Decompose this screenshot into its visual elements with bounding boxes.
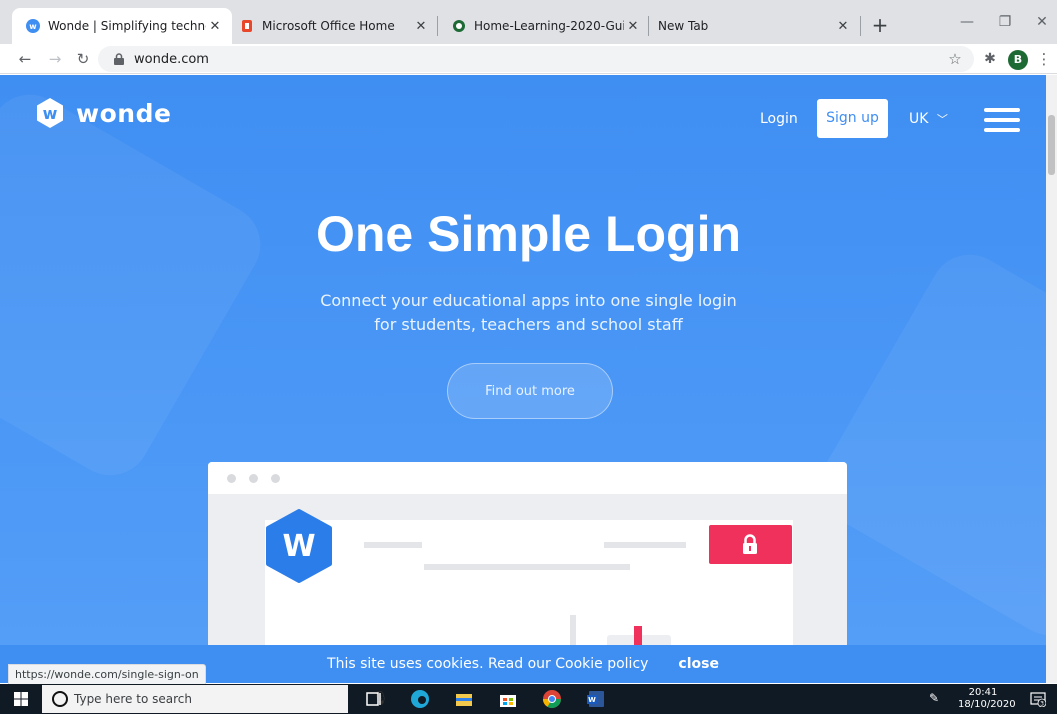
svg-text:W: W <box>282 529 315 564</box>
wonde-logo[interactable]: w wonde <box>34 97 171 129</box>
close-window-button[interactable]: ✕ <box>1027 10 1057 34</box>
svg-text:W: W <box>588 696 596 704</box>
file-explorer-icon[interactable] <box>454 689 474 709</box>
search-placeholder: Type here to search <box>74 692 192 706</box>
brand-name: wonde <box>76 98 172 128</box>
tab-title: Microsoft Office Home <box>262 19 395 33</box>
tab-title: Wonde | Simplifying technology f <box>48 19 206 33</box>
clock[interactable]: 20:41 18/10/2020 <box>958 687 1016 711</box>
login-link[interactable]: Login <box>760 111 798 127</box>
browser-toolbar: ← → ↻ wonde.com ☆ ✱ B ⋮ <box>0 44 1057 74</box>
hamburger-menu-icon[interactable] <box>984 108 1020 132</box>
word-icon[interactable]: W <box>586 689 606 709</box>
drive-icon <box>453 20 465 32</box>
back-button[interactable]: ← <box>14 48 36 70</box>
store-icon[interactable] <box>498 689 518 709</box>
hero-subtitle-line: for students, teachers and school staff <box>374 315 683 334</box>
cookie-text[interactable]: This site uses cookies. Read our Cookie … <box>327 656 648 672</box>
time-text: 20:41 <box>968 687 998 698</box>
edge-icon[interactable] <box>410 689 430 709</box>
illustration-red-bar <box>634 626 642 646</box>
scrollbar-thumb[interactable] <box>1048 115 1055 175</box>
bookmark-star-icon[interactable]: ☆ <box>944 48 966 70</box>
tab-strip: w Wonde | Simplifying technology f ✕ Mic… <box>0 0 1057 44</box>
svg-text:w: w <box>29 22 37 31</box>
chevron-down-icon: ﹀ <box>936 113 948 126</box>
signup-button[interactable]: Sign up <box>817 99 888 138</box>
svg-text:w: w <box>43 104 58 123</box>
task-view-icon[interactable] <box>364 689 384 709</box>
region-label: UK <box>909 111 929 127</box>
windows-start-icon[interactable] <box>14 692 28 706</box>
tab-new[interactable]: New Tab ✕ <box>644 8 860 44</box>
lock-icon <box>114 53 124 65</box>
tab-separator <box>860 16 861 36</box>
forward-button[interactable]: → <box>44 48 66 70</box>
background-shape <box>0 80 275 490</box>
tab-wonde[interactable]: w Wonde | Simplifying technology f ✕ <box>12 8 232 44</box>
office-icon <box>242 20 252 32</box>
cookie-close-button[interactable]: close <box>678 656 719 672</box>
illustration-window-bar <box>208 462 847 494</box>
address-bar[interactable]: wonde.com <box>98 46 974 72</box>
close-tab-icon[interactable]: ✕ <box>412 19 430 34</box>
tab-pdf[interactable]: Home-Learning-2020-Guide.pdf ✕ <box>438 8 650 44</box>
new-tab-button[interactable]: + <box>866 14 894 38</box>
url-text: wonde.com <box>134 51 209 67</box>
window-dot <box>271 474 280 483</box>
hero-title: One Simple Login <box>315 206 742 262</box>
web-page: w wonde Login Sign up UK ﹀ One Simple Lo… <box>0 75 1046 683</box>
profile-avatar[interactable]: B <box>1008 50 1028 70</box>
close-tab-icon[interactable]: ✕ <box>834 19 852 34</box>
close-tab-icon[interactable]: ✕ <box>206 19 224 34</box>
tab-title: Home-Learning-2020-Guide.pdf <box>474 19 624 33</box>
padlock-badge <box>709 525 792 564</box>
notifications-icon[interactable]: 3 <box>1030 691 1046 707</box>
find-out-more-button[interactable]: Find out more <box>447 363 613 419</box>
illustration-line <box>424 564 630 570</box>
reload-button[interactable]: ↻ <box>72 48 94 70</box>
chrome-icon[interactable] <box>542 689 562 709</box>
page-scrollbar[interactable] <box>1046 75 1057 683</box>
hero-subtitle-line: Connect your educational apps into one s… <box>320 291 737 310</box>
padlock-icon <box>743 534 757 554</box>
tab-office[interactable]: Microsoft Office Home ✕ <box>226 8 438 44</box>
date-text: 18/10/2020 <box>958 699 1016 710</box>
window-dot <box>227 474 236 483</box>
extensions-icon[interactable]: ✱ <box>979 48 1001 70</box>
restore-button[interactable]: ❐ <box>990 10 1020 34</box>
wonde-logo-icon: w <box>37 98 63 128</box>
hero-subtitle: Connect your educational apps into one s… <box>0 289 1046 337</box>
close-tab-icon[interactable]: ✕ <box>624 19 642 34</box>
tab-title: New Tab <box>658 19 709 33</box>
region-selector[interactable]: UK ﹀ <box>909 111 948 127</box>
windows-taskbar: Type here to search 🎙 W ✎ 20:41 18/10/20… <box>0 684 1057 714</box>
wonde-favicon-icon: w <box>26 19 40 33</box>
taskbar-search-input[interactable]: Type here to search 🎙 <box>42 685 389 713</box>
menu-icon[interactable]: ⋮ <box>1036 48 1052 70</box>
pen-icon[interactable]: ✎ <box>929 691 939 705</box>
minimize-button[interactable]: — <box>952 10 982 34</box>
link-status-bar: https://wonde.com/single-sign-on <box>8 664 206 685</box>
wonde-hexagon-icon: W <box>266 509 332 583</box>
notification-count: 3 <box>1040 701 1044 708</box>
illustration-line <box>364 542 422 548</box>
illustration-line <box>604 542 686 548</box>
cortana-icon <box>52 691 68 707</box>
window-dot <box>249 474 258 483</box>
